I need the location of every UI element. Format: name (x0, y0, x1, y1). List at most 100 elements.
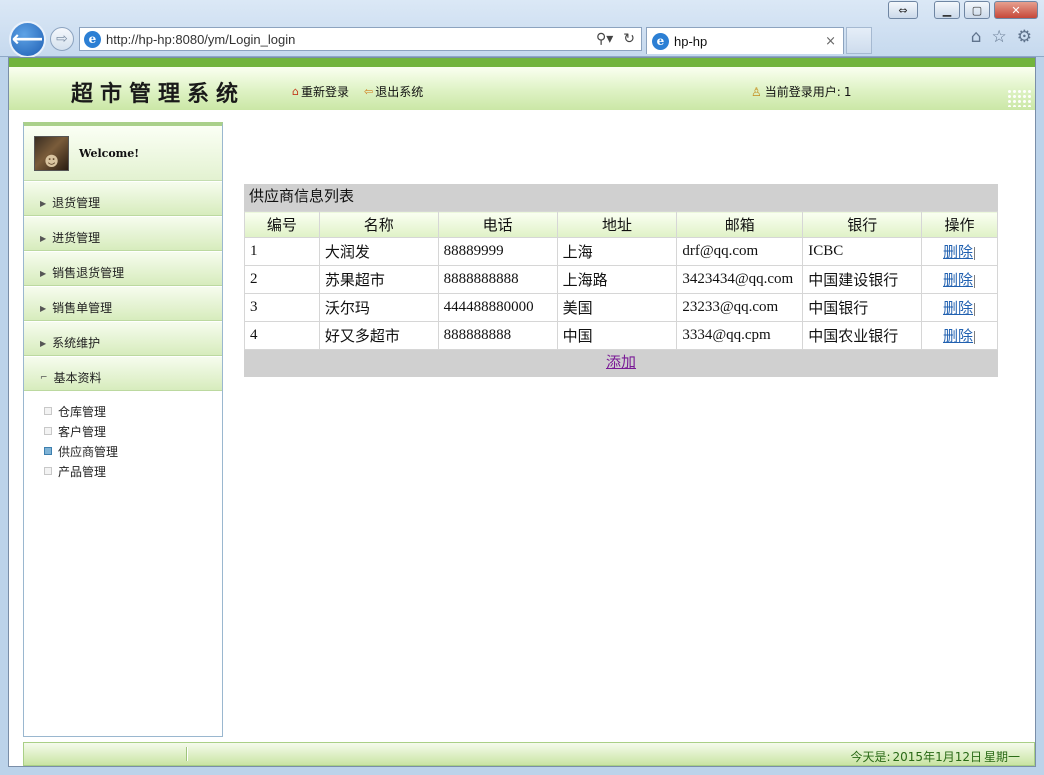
today-label: 今天是: (850, 750, 891, 764)
separator: | (973, 245, 977, 261)
sidebar: ☻ Welcome! ▶ 退货管理 ▶ 进货管理 ▶ 销售退货管理 ▶ 销售单管… (23, 122, 223, 737)
square-bullet-icon (44, 447, 52, 455)
exit-icon: ⇦ (364, 85, 374, 98)
cell-action: 删除| (921, 265, 998, 294)
tab-close-icon[interactable]: × (825, 34, 836, 49)
minimize-button[interactable]: ▁ (934, 1, 960, 19)
search-icon[interactable]: ⚲▾ (596, 31, 613, 47)
browser-tools: ⌂ ☆ ⚙ (971, 27, 1032, 47)
add-supplier-link[interactable]: 添加 (606, 355, 636, 371)
current-user-info: ♙ 当前登录用户: 1 (751, 83, 851, 100)
address-url[interactable]: http://hp-hp:8080/ym/Login_login (106, 32, 295, 47)
cell-bank: 中国银行 (802, 293, 923, 322)
app-title: 超市管理系统 (71, 81, 246, 107)
maximize-button[interactable]: ▢ (964, 1, 990, 19)
square-bullet-icon (44, 427, 52, 435)
menu-item-purchase-management[interactable]: ▶ 进货管理 (24, 216, 222, 251)
cell-name: 沃尔玛 (318, 293, 439, 322)
menu-item-system-maintenance[interactable]: ▶ 系统维护 (24, 321, 222, 356)
basic-data-submenu: 仓库管理 客户管理 供应商管理 产品管理 (24, 391, 222, 481)
cell-phone: 888888888 (437, 321, 558, 350)
welcome-panel: ☻ Welcome! (24, 126, 222, 181)
menu-item-label: 系统维护 (52, 336, 101, 350)
sub-item-product[interactable]: 产品管理 (44, 461, 222, 481)
cell-phone: 8888888888 (437, 265, 558, 294)
logout-label: 退出系统 (375, 85, 424, 99)
welcome-text: Welcome! (79, 146, 140, 160)
supplier-list: 供应商信息列表 编号 名称 电话 地址 邮箱 银行 操作 1 大润发 88889… (244, 184, 998, 377)
avatar: ☻ (34, 135, 69, 171)
list-title: 供应商信息列表 (244, 184, 998, 211)
triangle-right-icon: ▶ (40, 199, 47, 208)
home-icon[interactable]: ⌂ (971, 27, 982, 47)
address-bar[interactable]: e http://hp-hp:8080/ym/Login_login ⚲▾ ↻ (79, 27, 642, 51)
table-row: 3 沃尔玛 444488880000 美国 23233@qq.com 中国银行 … (244, 293, 998, 322)
back-button[interactable]: ⟵ (9, 21, 46, 58)
app-footer: 今天是: 2015年1月12日 星期一 (23, 742, 1035, 766)
current-user-label: 当前登录用户: (764, 85, 841, 99)
delete-link[interactable]: 删除 (943, 329, 973, 345)
separator: | (973, 329, 977, 345)
column-header: 编号 (244, 211, 320, 238)
cell-address: 上海 (556, 237, 678, 266)
menu-item-return-management[interactable]: ▶ 退货管理 (24, 181, 222, 216)
relogin-link[interactable]: ⌂ 重新登录 (292, 83, 349, 100)
cell-phone: 88889999 (437, 237, 558, 266)
sub-item-supplier[interactable]: 供应商管理 (44, 441, 222, 461)
cell-email: drf@qq.com (676, 237, 804, 266)
triangle-right-icon: ▶ (40, 339, 47, 348)
column-header: 电话 (437, 211, 558, 238)
ie-icon: e (84, 30, 101, 48)
cell-bank: 中国建设银行 (802, 265, 923, 294)
column-header: 地址 (556, 211, 678, 238)
favorites-star-icon[interactable]: ☆ (992, 27, 1007, 47)
cell-email: 3334@qq.cpm (676, 321, 804, 350)
new-tab-button[interactable] (846, 27, 872, 54)
menu-item-basic-data[interactable]: ⌐ 基本资料 (24, 356, 222, 391)
current-user-value: 1 (843, 84, 852, 99)
user-icon: ♙ (751, 84, 762, 99)
browser-chrome: ⇔ ▁ ▢ ✕ ⟵ ⇨ e http://hp-hp:8080/ym/Login… (0, 0, 1044, 58)
table-row: 4 好又多超市 888888888 中国 3334@qq.cpm 中国农业银行 … (244, 321, 998, 350)
settings-gear-icon[interactable]: ⚙ (1017, 27, 1032, 47)
cell-id: 4 (244, 321, 320, 350)
square-bullet-icon (44, 467, 52, 475)
sub-item-warehouse[interactable]: 仓库管理 (44, 401, 222, 421)
menu-item-sales-return-management[interactable]: ▶ 销售退货管理 (24, 251, 222, 286)
cell-email: 3423434@qq.com (676, 265, 804, 294)
app-header: 超市管理系统 ⌂ 重新登录 ⇦ 退出系统 ♙ 当前登录用户: 1 (9, 58, 1035, 110)
menu-item-label: 基本资料 (53, 371, 102, 385)
cell-bank: ICBC (802, 237, 923, 266)
table-row: 1 大润发 88889999 上海 drf@qq.com ICBC 删除| (244, 237, 998, 266)
restore-down-icon[interactable]: ⇔ (888, 1, 918, 19)
today-date: 2015年1月12日 (892, 750, 982, 764)
sub-item-customer[interactable]: 客户管理 (44, 421, 222, 441)
close-button[interactable]: ✕ (994, 1, 1038, 19)
column-header: 邮箱 (676, 211, 804, 238)
browser-tab[interactable]: e hp-hp × (646, 27, 844, 54)
page-viewport: 超市管理系统 ⌂ 重新登录 ⇦ 退出系统 ♙ 当前登录用户: 1 ☻ Welco… (8, 57, 1036, 767)
triangle-down-icon: ⌐ (40, 373, 48, 383)
cell-name: 苏果超市 (318, 265, 439, 294)
separator: | (973, 273, 977, 289)
triangle-right-icon: ▶ (40, 269, 47, 278)
triangle-right-icon: ▶ (40, 234, 47, 243)
menu-item-label: 进货管理 (52, 231, 101, 245)
add-row: 添加 (244, 350, 998, 377)
delete-link[interactable]: 删除 (943, 301, 973, 317)
cell-action: 删除| (921, 293, 998, 322)
square-bullet-icon (44, 407, 52, 415)
separator: | (973, 301, 977, 317)
column-header: 银行 (802, 211, 923, 238)
sub-item-label: 仓库管理 (58, 404, 107, 419)
triangle-right-icon: ▶ (40, 304, 47, 313)
refresh-icon[interactable]: ↻ (623, 31, 635, 47)
cell-phone: 444488880000 (437, 293, 558, 322)
delete-link[interactable]: 删除 (943, 245, 973, 261)
column-header: 操作 (921, 211, 998, 238)
menu-item-sales-order-management[interactable]: ▶ 销售单管理 (24, 286, 222, 321)
logout-link[interactable]: ⇦ 退出系统 (364, 83, 423, 100)
footer-divider (186, 747, 188, 761)
delete-link[interactable]: 删除 (943, 273, 973, 289)
forward-button[interactable]: ⇨ (50, 27, 74, 51)
